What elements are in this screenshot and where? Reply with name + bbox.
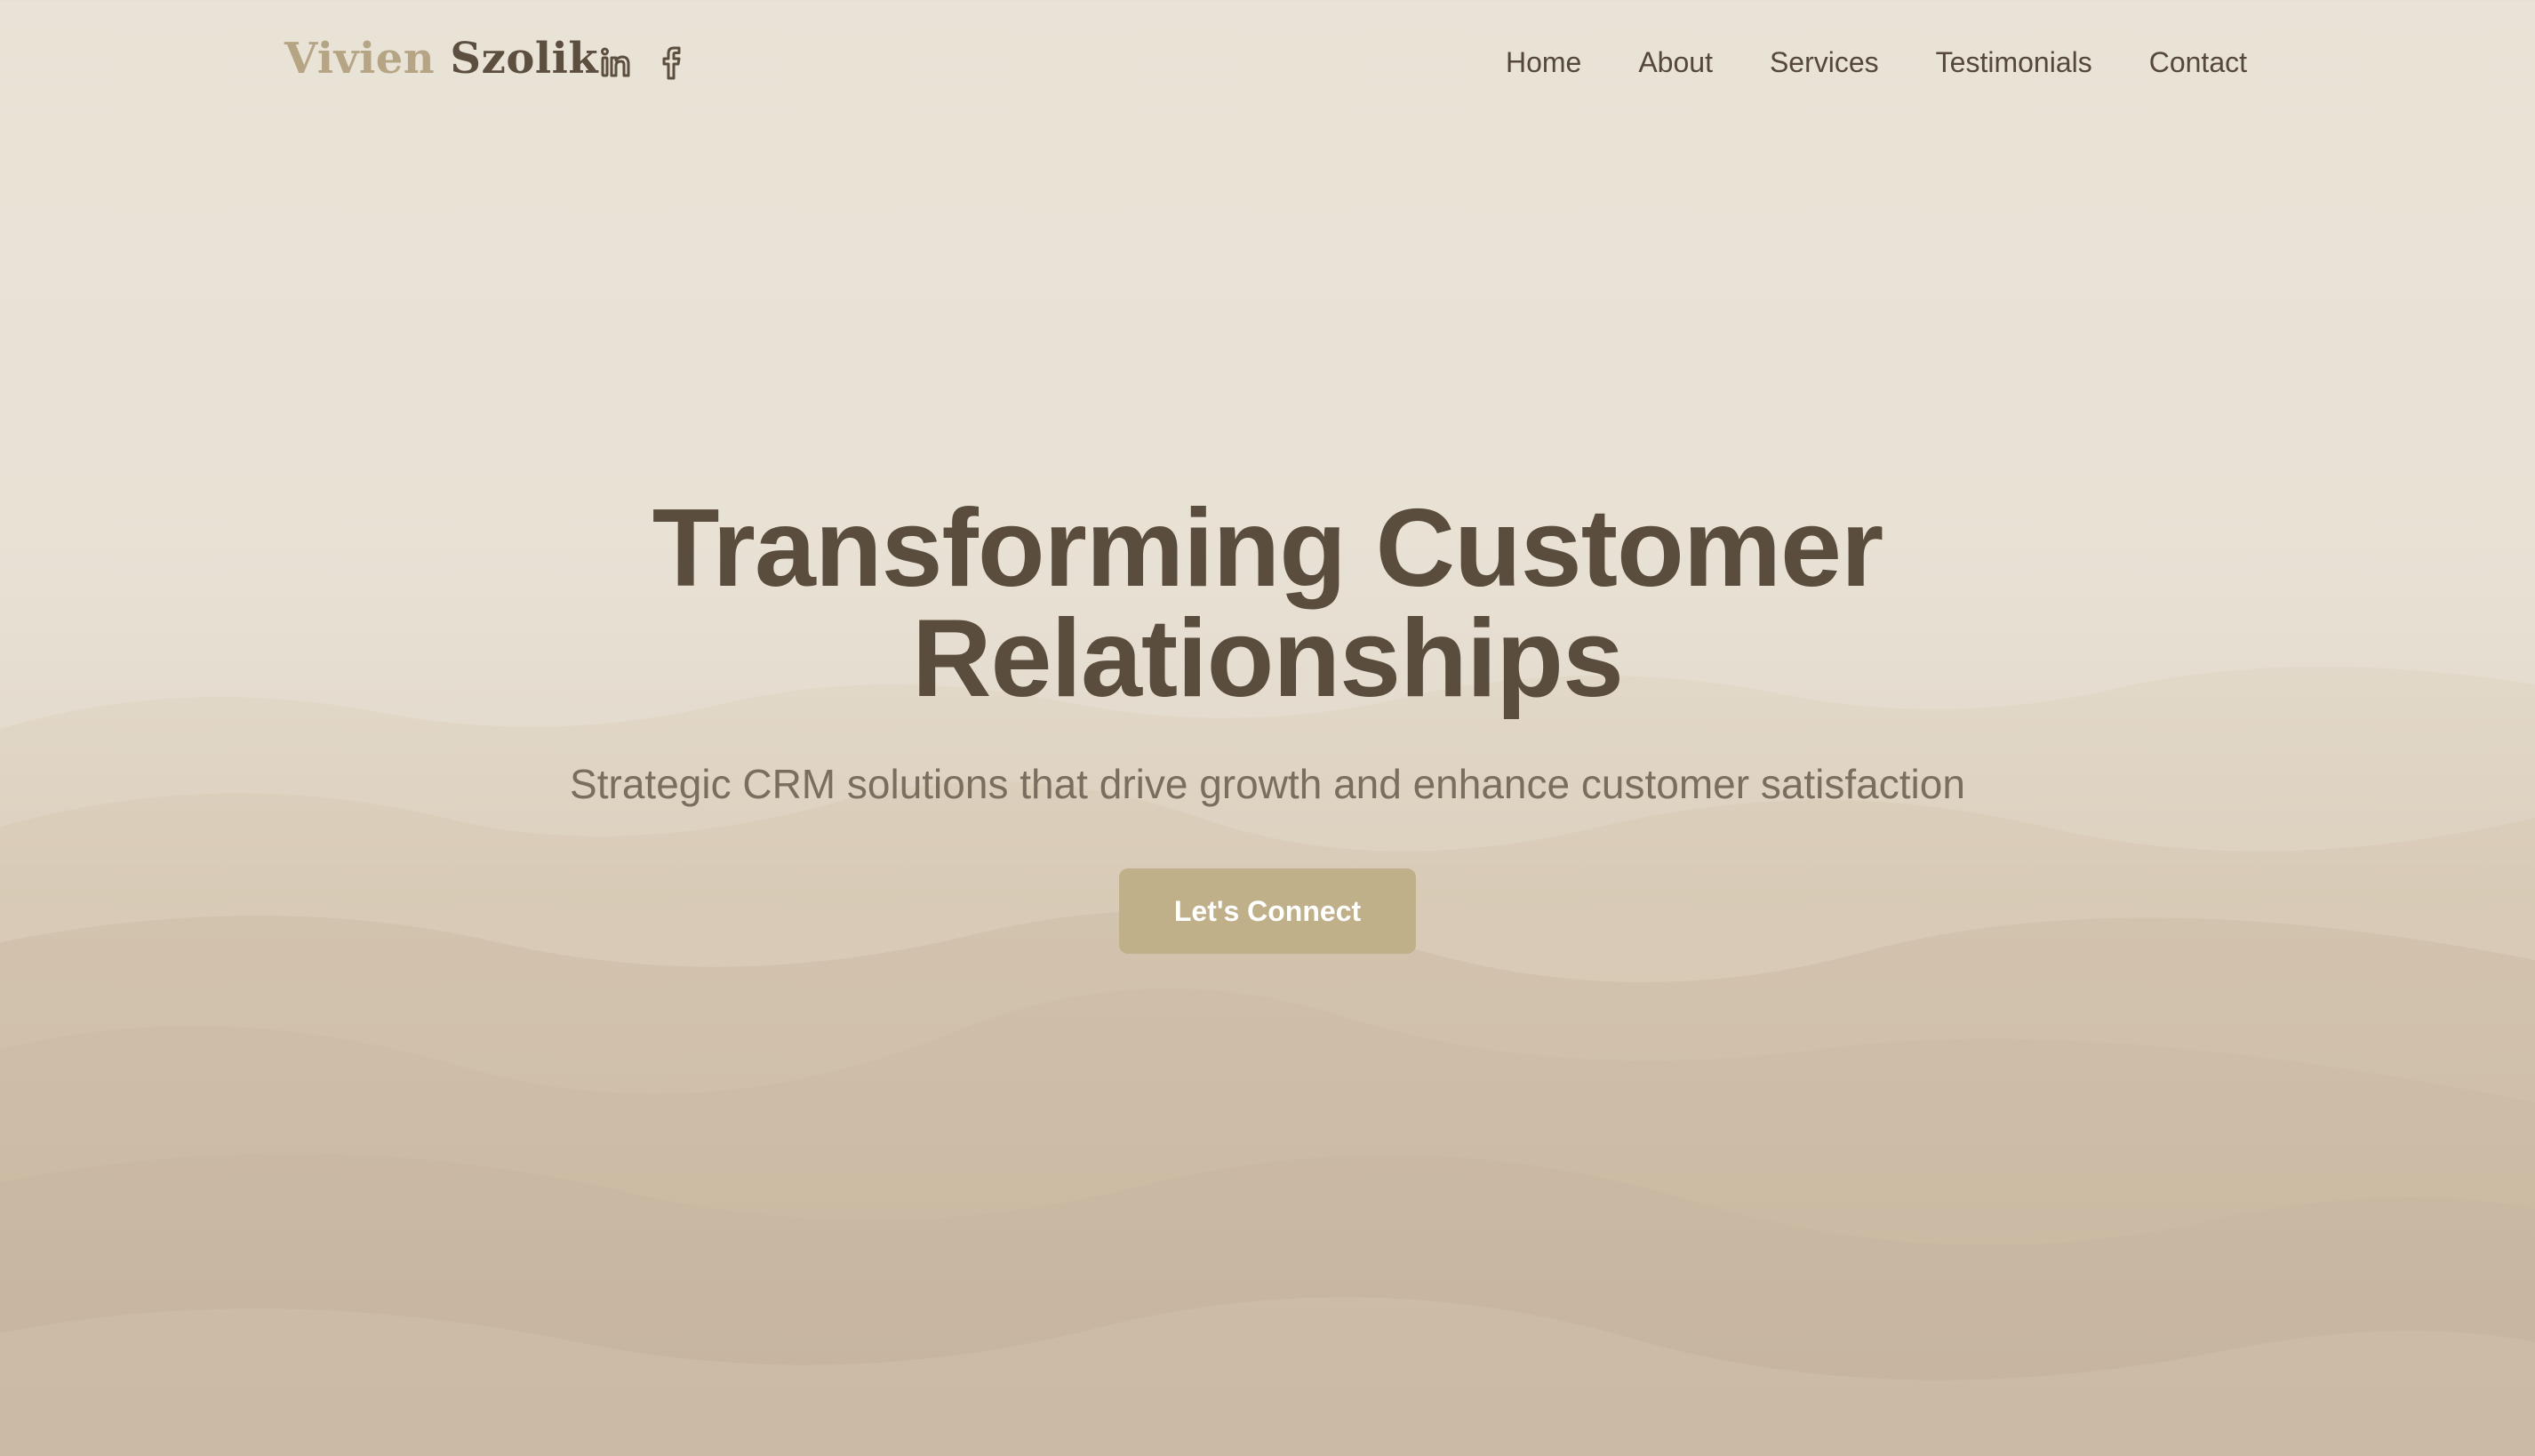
linkedin-link[interactable] [597,44,633,82]
brand-logo[interactable]: Vivien Szolik [284,34,598,84]
nav-contact[interactable]: Contact [2149,46,2247,79]
page: Vivien Szolik Home About Services Testim… [0,0,2535,1456]
brand-last-name: Szolik [450,34,599,84]
hero-subtitle: Strategic CRM solutions that drive growt… [570,761,1965,807]
hero-title-line-2: Relationships [911,597,1624,720]
hero-section: Transforming Customer Relationships Stra… [0,493,2535,954]
hero-title-line-1: Transforming Customer [652,487,1884,610]
lets-connect-button[interactable]: Let's Connect [1119,868,1416,954]
hero-title: Transforming Customer Relationships [601,493,1934,714]
brand-first-name: Vivien [284,34,436,84]
main-nav: Home About Services Testimonials Contact [1506,46,2247,79]
nav-about[interactable]: About [1638,46,1713,79]
linkedin-icon [601,47,630,77]
facebook-icon [662,46,681,80]
nav-home[interactable]: Home [1506,46,1581,79]
nav-services[interactable]: Services [1770,46,1879,79]
site-header: Vivien Szolik Home About Services Testim… [0,0,2535,129]
facebook-link[interactable] [660,44,686,82]
nav-testimonials[interactable]: Testimonials [1936,46,2092,79]
